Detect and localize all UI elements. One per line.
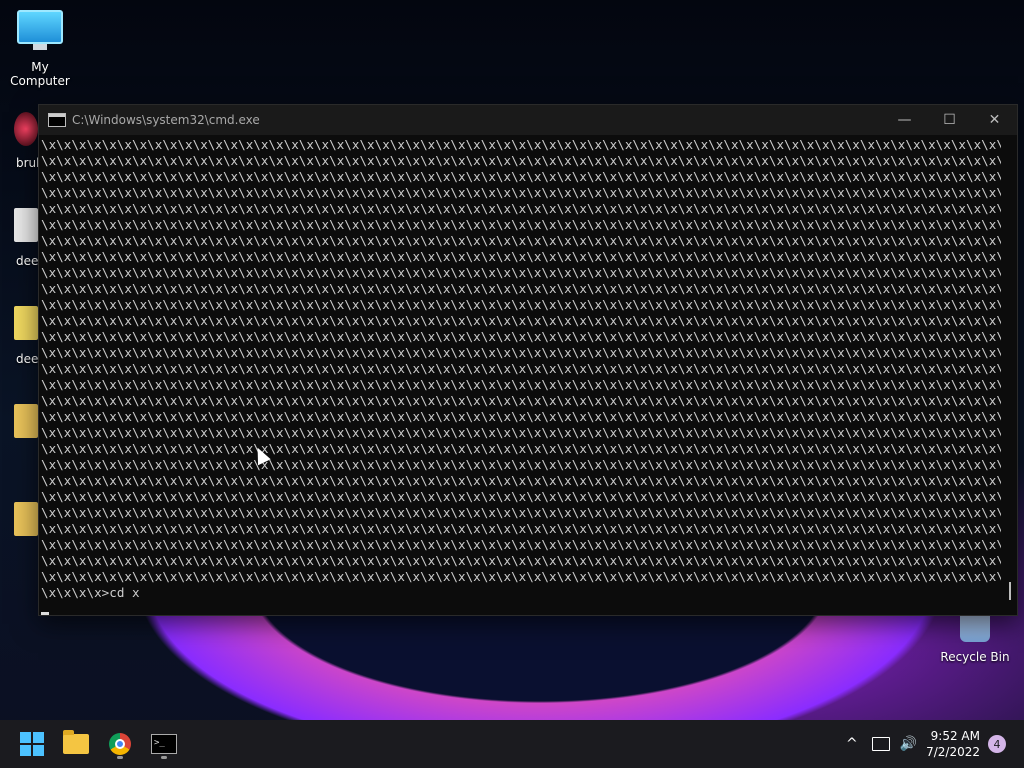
- system-tray: ^ 🔊: [846, 720, 917, 768]
- console-line: \x\x\x\x\x\x\x\x\x\x\x\x\x\x\x\x\x\x\x\x…: [41, 441, 1001, 456]
- archive-icon[interactable]: [14, 306, 38, 340]
- console-line: \x\x\x\x\x\x\x\x\x\x\x\x\x\x\x\x\x\x\x\x…: [41, 201, 1001, 216]
- computer-icon: [17, 10, 63, 50]
- document-icon[interactable]: [14, 208, 38, 242]
- console-line: \x\x\x\x\x\x\x\x\x\x\x\x\x\x\x\x\x\x\x\x…: [41, 153, 1001, 168]
- windows-logo-icon: [20, 732, 44, 756]
- console-line: \x\x\x\x\x\x\x\x\x\x\x\x\x\x\x\x\x\x\x\x…: [41, 313, 1001, 328]
- show-hidden-icons-chevron-icon[interactable]: ^: [846, 736, 858, 752]
- file-explorer-button[interactable]: [60, 728, 92, 760]
- console-line: \x\x\x\x\x\x\x\x\x\x\x\x\x\x\x\x\x\x\x\x…: [41, 569, 1001, 584]
- console-line: \x\x\x\x\x\x\x\x\x\x\x\x\x\x\x\x\x\x\x\x…: [41, 233, 1001, 248]
- console-line: \x\x\x\x\x\x\x\x\x\x\x\x\x\x\x\x\x\x\x\x…: [41, 217, 1001, 232]
- running-indicator: [117, 756, 123, 759]
- window-title: C:\Windows\system32\cmd.exe: [72, 113, 260, 127]
- bruh-shortcut-icon[interactable]: [14, 112, 38, 146]
- scroll-thumb[interactable]: [1009, 582, 1011, 600]
- cmd-window[interactable]: C:\Windows\system32\cmd.exe — ☐ ✕ \x\x\x…: [38, 104, 1018, 616]
- desktop-icon-label: Recycle Bin: [940, 650, 1010, 664]
- console-line: \x\x\x\x\x\x\x\x\x\x\x\x\x\x\x\x\x\x\x\x…: [41, 345, 1001, 360]
- cmd-icon: [48, 113, 66, 127]
- console-prompt-line: \x\x\x\x>cd x: [41, 585, 140, 600]
- close-button[interactable]: ✕: [972, 105, 1017, 135]
- console-line: \x\x\x\x\x\x\x\x\x\x\x\x\x\x\x\x\x\x\x\x…: [41, 297, 1001, 312]
- maximize-button[interactable]: ☐: [927, 105, 972, 135]
- console-output[interactable]: \x\x\x\x\x\x\x\x\x\x\x\x\x\x\x\x\x\x\x\x…: [39, 136, 1001, 615]
- console-line: \x\x\x\x\x\x\x\x\x\x\x\x\x\x\x\x\x\x\x\x…: [41, 249, 1001, 264]
- console-line: \x\x\x\x\x\x\x\x\x\x\x\x\x\x\x\x\x\x\x\x…: [41, 137, 1001, 152]
- command-prompt-button[interactable]: [148, 728, 180, 760]
- console-line: \x\x\x\x\x\x\x\x\x\x\x\x\x\x\x\x\x\x\x\x…: [41, 425, 1001, 440]
- console-line: \x\x\x\x\x\x\x\x\x\x\x\x\x\x\x\x\x\x\x\x…: [41, 489, 1001, 504]
- notification-badge[interactable]: 4: [988, 735, 1006, 753]
- console-line: \x\x\x\x\x\x\x\x\x\x\x\x\x\x\x\x\x\x\x\x…: [41, 265, 1001, 280]
- desktop-icon-label: My Computer: [10, 60, 70, 88]
- start-button[interactable]: [16, 728, 48, 760]
- running-indicator: [161, 756, 167, 759]
- console-line: \x\x\x\x\x\x\x\x\x\x\x\x\x\x\x\x\x\x\x\x…: [41, 537, 1001, 552]
- terminal-icon: [151, 734, 177, 754]
- volume-icon[interactable]: 🔊: [900, 736, 917, 752]
- console-line: \x\x\x\x\x\x\x\x\x\x\x\x\x\x\x\x\x\x\x\x…: [41, 169, 1001, 184]
- desktop-icon-my-computer[interactable]: My Computer: [0, 0, 80, 88]
- console-line: \x\x\x\x\x\x\x\x\x\x\x\x\x\x\x\x\x\x\x\x…: [41, 505, 1001, 520]
- console-line: \x\x\x\x\x\x\x\x\x\x\x\x\x\x\x\x\x\x\x\x…: [41, 329, 1001, 344]
- console-line: \x\x\x\x\x\x\x\x\x\x\x\x\x\x\x\x\x\x\x\x…: [41, 281, 1001, 296]
- folder-icon: [63, 730, 89, 754]
- clock-time: 9:52 AM: [930, 729, 980, 743]
- console-line: \x\x\x\x\x\x\x\x\x\x\x\x\x\x\x\x\x\x\x\x…: [41, 457, 1001, 472]
- console-line: \x\x\x\x\x\x\x\x\x\x\x\x\x\x\x\x\x\x\x\x…: [41, 521, 1001, 536]
- vertical-scrollbar[interactable]: [1001, 136, 1017, 615]
- desktop-icon-recycle-bin[interactable]: Recycle Bin: [935, 610, 1015, 664]
- minimize-button[interactable]: —: [882, 105, 927, 135]
- chrome-icon: [109, 733, 131, 755]
- title-bar[interactable]: C:\Windows\system32\cmd.exe — ☐ ✕: [39, 105, 1017, 135]
- console-line: \x\x\x\x\x\x\x\x\x\x\x\x\x\x\x\x\x\x\x\x…: [41, 409, 1001, 424]
- console-line: \x\x\x\x\x\x\x\x\x\x\x\x\x\x\x\x\x\x\x\x…: [41, 393, 1001, 408]
- folder-icon[interactable]: [14, 404, 38, 438]
- console-line: \x\x\x\x\x\x\x\x\x\x\x\x\x\x\x\x\x\x\x\x…: [41, 361, 1001, 376]
- text-cursor: [41, 612, 49, 615]
- console-line: \x\x\x\x\x\x\x\x\x\x\x\x\x\x\x\x\x\x\x\x…: [41, 473, 1001, 488]
- network-icon[interactable]: [871, 737, 890, 751]
- folder-icon[interactable]: [14, 502, 38, 536]
- chrome-button[interactable]: [104, 728, 136, 760]
- console-line: \x\x\x\x\x\x\x\x\x\x\x\x\x\x\x\x\x\x\x\x…: [41, 185, 1001, 200]
- console-line: \x\x\x\x\x\x\x\x\x\x\x\x\x\x\x\x\x\x\x\x…: [41, 377, 1001, 392]
- clock-date: 7/2/2022: [926, 745, 980, 759]
- taskbar: ^ 🔊 9:52 AM 7/2/2022 4: [0, 720, 1024, 768]
- console-line: \x\x\x\x\x\x\x\x\x\x\x\x\x\x\x\x\x\x\x\x…: [41, 553, 1001, 568]
- clock[interactable]: 9:52 AM 7/2/2022: [926, 728, 980, 760]
